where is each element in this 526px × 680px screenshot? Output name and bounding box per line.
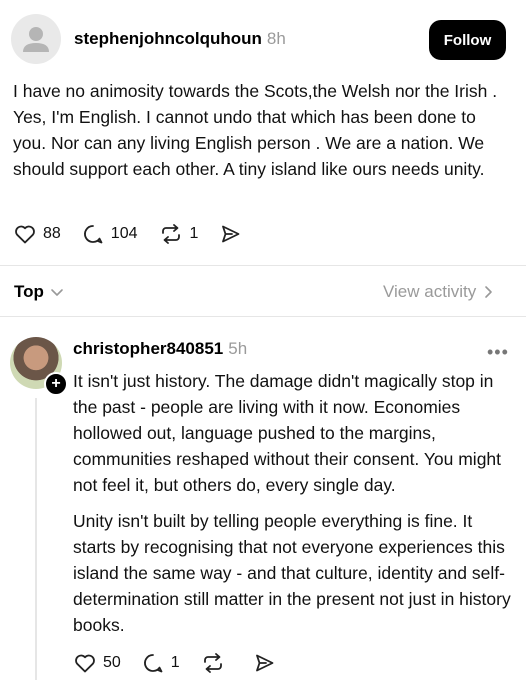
heart-icon [15,225,35,244]
heart-icon [75,654,95,673]
divider [0,265,526,266]
reply-paragraph: Unity isn't built by telling people ever… [73,511,511,635]
username[interactable]: christopher840851 [73,339,223,358]
default-avatar-icon [23,27,49,52]
comment-icon [143,654,163,673]
comment-icon [83,225,103,244]
reply-paragraph: It isn't just history. The damage didn't… [73,371,502,495]
reply-count: 1 [170,654,180,671]
share-button[interactable] [218,222,248,246]
avatar[interactable] [11,14,61,64]
reply-actions: 50 1 [73,651,302,675]
reply-button[interactable]: 1 [141,651,180,675]
like-button[interactable]: 88 [13,222,61,246]
view-activity-link[interactable]: View activity [383,282,496,302]
sort-dropdown[interactable]: Top [14,282,65,302]
like-count: 50 [103,654,121,671]
more-options-icon[interactable]: ••• [487,342,509,363]
like-button[interactable]: 50 [73,651,121,675]
reply-count: 104 [110,225,138,242]
repost-count: 1 [189,225,199,242]
timestamp: 8h [266,29,286,48]
reply-header: christopher840851 5h [73,339,247,359]
chevron-right-icon [485,286,493,298]
repost-button[interactable]: 1 [158,222,199,246]
username[interactable]: stephenjohncolquhoun [74,29,262,48]
reply-button[interactable]: 104 [81,222,138,246]
sort-label: Top [14,282,44,301]
follow-button[interactable]: Follow [429,20,506,60]
repost-icon [203,653,222,673]
divider [0,316,526,317]
post-header: stephenjohncolquhoun 8h [74,29,286,49]
thread-line [35,398,37,680]
share-button[interactable] [252,651,282,675]
send-icon [255,654,274,672]
follow-plus-icon[interactable]: + [44,372,68,396]
timestamp: 5h [228,339,248,358]
like-count: 88 [43,225,61,242]
chevron-down-icon [51,289,63,296]
repost-button[interactable] [200,651,232,675]
repost-icon [161,224,180,244]
send-icon [222,225,240,243]
post-text: I have no animosity towards the Scots,th… [13,81,498,179]
view-activity-label: View activity [383,282,477,301]
post-actions: 88 104 1 [13,222,268,246]
